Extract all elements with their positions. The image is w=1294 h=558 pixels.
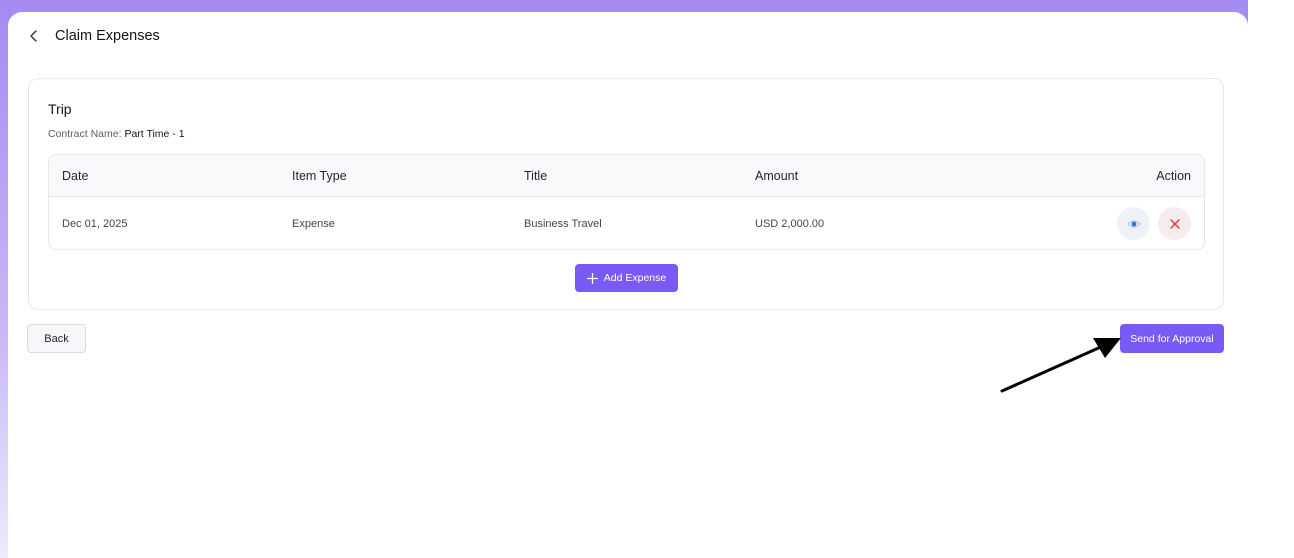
expenses-table: Date Item Type Title Amount Action Dec 0… <box>48 154 1205 250</box>
add-expense-label: Add Expense <box>603 272 667 284</box>
trip-card: Trip Contract Name: Part Time - 1 Date I… <box>28 78 1224 310</box>
cell-date: Dec 01, 2025 <box>62 218 128 230</box>
chevron-left-icon[interactable] <box>27 29 41 43</box>
contract-name-value: Part Time - 1 <box>124 128 185 140</box>
contract-name-line: Contract Name: Part Time - 1 <box>48 128 185 140</box>
back-button-label: Back <box>44 332 69 345</box>
cell-item-type: Expense <box>292 218 335 230</box>
column-header-action: Action <box>1156 169 1191 183</box>
eye-icon <box>1126 219 1141 229</box>
add-expense-button[interactable]: Add Expense <box>575 264 678 292</box>
page-title: Claim Expenses <box>55 28 160 44</box>
table-row: Dec 01, 2025 Expense Business Travel USD… <box>49 197 1204 249</box>
delete-expense-button[interactable] <box>1158 207 1191 240</box>
back-button[interactable]: Back <box>27 324 86 353</box>
column-header-amount: Amount <box>755 169 799 183</box>
cell-title: Business Travel <box>524 218 602 230</box>
cell-amount: USD 2,000.00 <box>755 218 825 230</box>
send-for-approval-button[interactable]: Send for Approval <box>1120 324 1224 353</box>
plus-icon <box>586 272 598 284</box>
column-header-title: Title <box>524 169 548 183</box>
table-header: Date Item Type Title Amount Action <box>49 155 1204 197</box>
pointer-arrow-icon <box>1000 338 1121 393</box>
contract-name-label: Contract Name: <box>48 128 122 140</box>
view-expense-button[interactable] <box>1117 207 1150 240</box>
page-header: Claim Expenses <box>27 22 160 50</box>
send-for-approval-label: Send for Approval <box>1130 332 1214 345</box>
close-icon <box>1169 218 1180 229</box>
page-right-margin <box>1248 0 1294 558</box>
column-header-item-type: Item Type <box>292 169 347 183</box>
column-header-date: Date <box>62 169 89 183</box>
card-title: Trip <box>48 101 72 117</box>
